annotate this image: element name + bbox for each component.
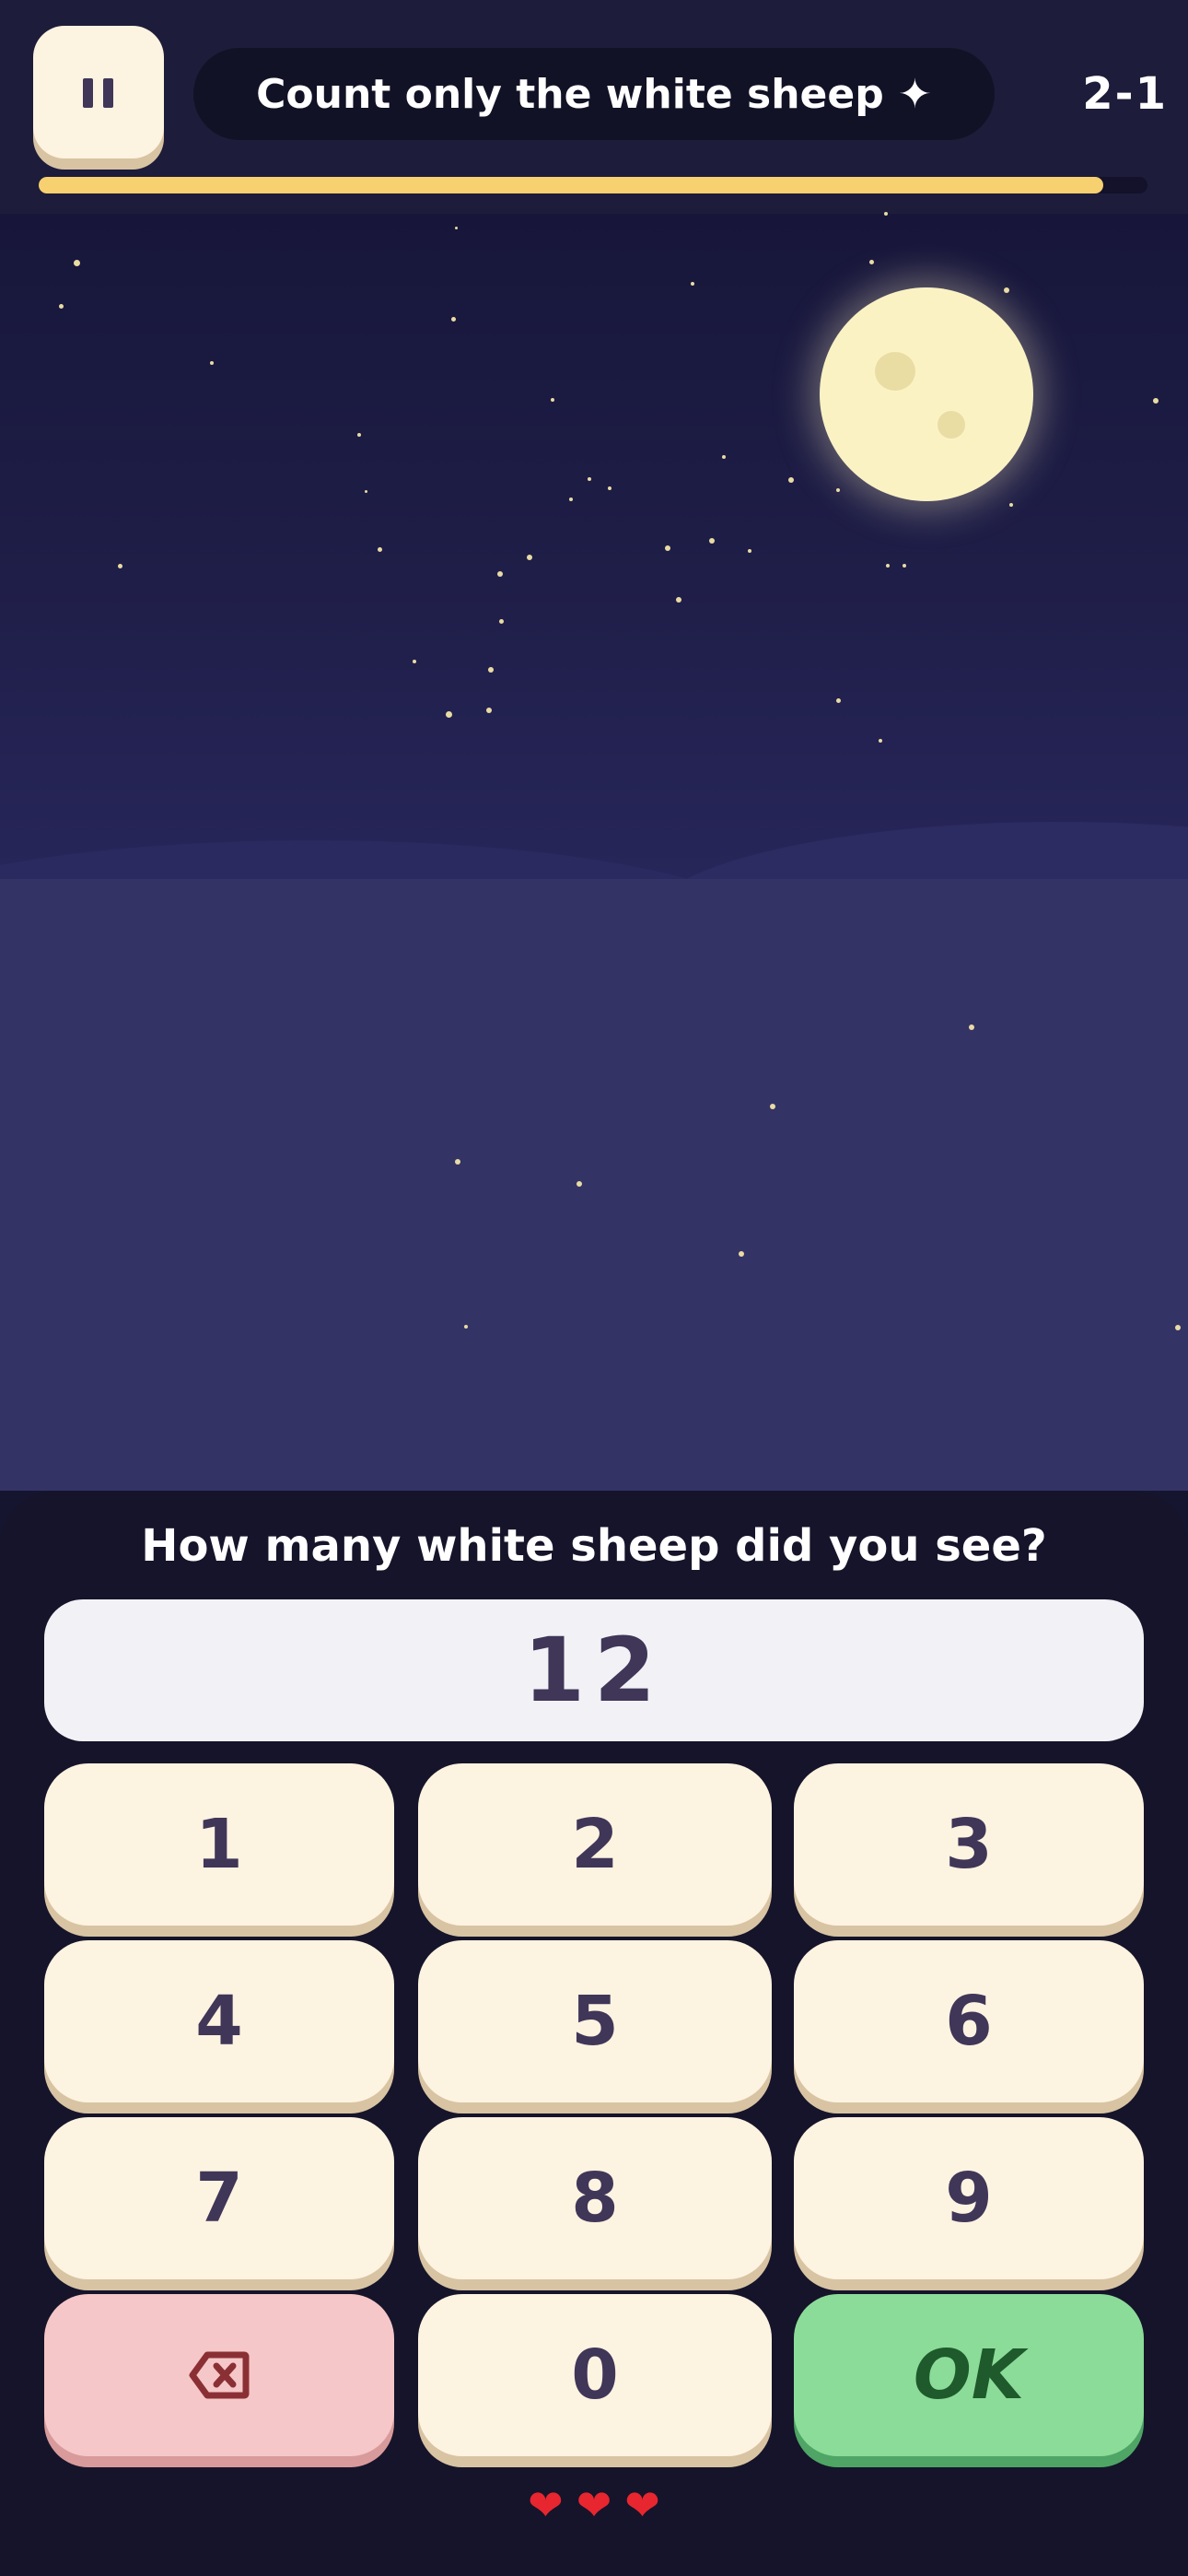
star (118, 564, 122, 568)
star (665, 545, 670, 551)
star (464, 1325, 468, 1329)
moon-crater (875, 352, 915, 391)
hill (645, 822, 1188, 881)
star (74, 260, 80, 266)
key-7[interactable]: 7 (44, 2117, 394, 2279)
star (836, 488, 840, 492)
instruction-banner: Count only the white sheep ✦ (193, 48, 995, 140)
hill (0, 840, 774, 881)
ok-button[interactable]: OK (794, 2294, 1144, 2456)
star (676, 597, 681, 603)
level-indicator: 2-1 (1082, 68, 1168, 120)
lives: ❤ ❤ ❤ (0, 2484, 1188, 2526)
star (577, 1181, 582, 1187)
star (451, 317, 456, 322)
answer-display: 12 (44, 1599, 1144, 1741)
top-bar: Count only the white sheep ✦ 2-1 (0, 0, 1188, 214)
star (569, 498, 573, 501)
key-3[interactable]: 3 (794, 1763, 1144, 1926)
star (455, 227, 458, 229)
field (0, 879, 1188, 1491)
star (1009, 503, 1013, 507)
star (210, 361, 214, 365)
delete-button[interactable] (44, 2294, 394, 2456)
star (869, 260, 874, 264)
key-5[interactable]: 5 (418, 1940, 772, 2102)
star (488, 667, 494, 673)
star (836, 698, 841, 703)
progress-bar (39, 177, 1147, 193)
star (1153, 398, 1159, 404)
star (886, 564, 890, 568)
pause-icon-bar (103, 78, 113, 108)
key-2[interactable]: 2 (418, 1763, 772, 1926)
progress-fill (39, 177, 1103, 193)
star (486, 708, 492, 713)
star (59, 304, 64, 309)
star (378, 547, 382, 552)
star (691, 282, 694, 286)
key-4[interactable]: 4 (44, 1940, 394, 2102)
question-text: How many white sheep did you see? (141, 1520, 1047, 1572)
star (739, 1251, 744, 1257)
heart-icon: ❤ (528, 2480, 564, 2530)
star (455, 1159, 460, 1165)
star (884, 212, 888, 216)
key-0[interactable]: 0 (418, 2294, 772, 2456)
star (608, 486, 611, 490)
pause-icon (83, 78, 93, 108)
pause-button[interactable] (33, 26, 164, 158)
star (357, 433, 361, 437)
heart-icon: ❤ (624, 2480, 660, 2530)
star (722, 455, 726, 459)
star (497, 571, 503, 577)
star (446, 711, 452, 718)
star (879, 739, 882, 743)
star (588, 477, 591, 481)
key-8[interactable]: 8 (418, 2117, 772, 2279)
star (969, 1025, 974, 1030)
star (413, 660, 416, 663)
backspace-icon (189, 2351, 250, 2399)
key-1[interactable]: 1 (44, 1763, 394, 1926)
key-6[interactable]: 6 (794, 1940, 1144, 2102)
heart-icon: ❤ (576, 2480, 612, 2530)
star (709, 538, 715, 544)
star (1175, 1325, 1181, 1330)
star (903, 564, 906, 568)
star (365, 490, 367, 493)
star (551, 398, 554, 402)
star (748, 549, 751, 553)
moon (820, 287, 1033, 501)
star (770, 1104, 775, 1109)
star (499, 619, 504, 624)
key-9[interactable]: 9 (794, 2117, 1144, 2279)
star (788, 477, 794, 483)
star (1004, 287, 1009, 293)
night-sky (0, 214, 1188, 881)
star (527, 555, 532, 560)
moon-crater (938, 411, 965, 439)
